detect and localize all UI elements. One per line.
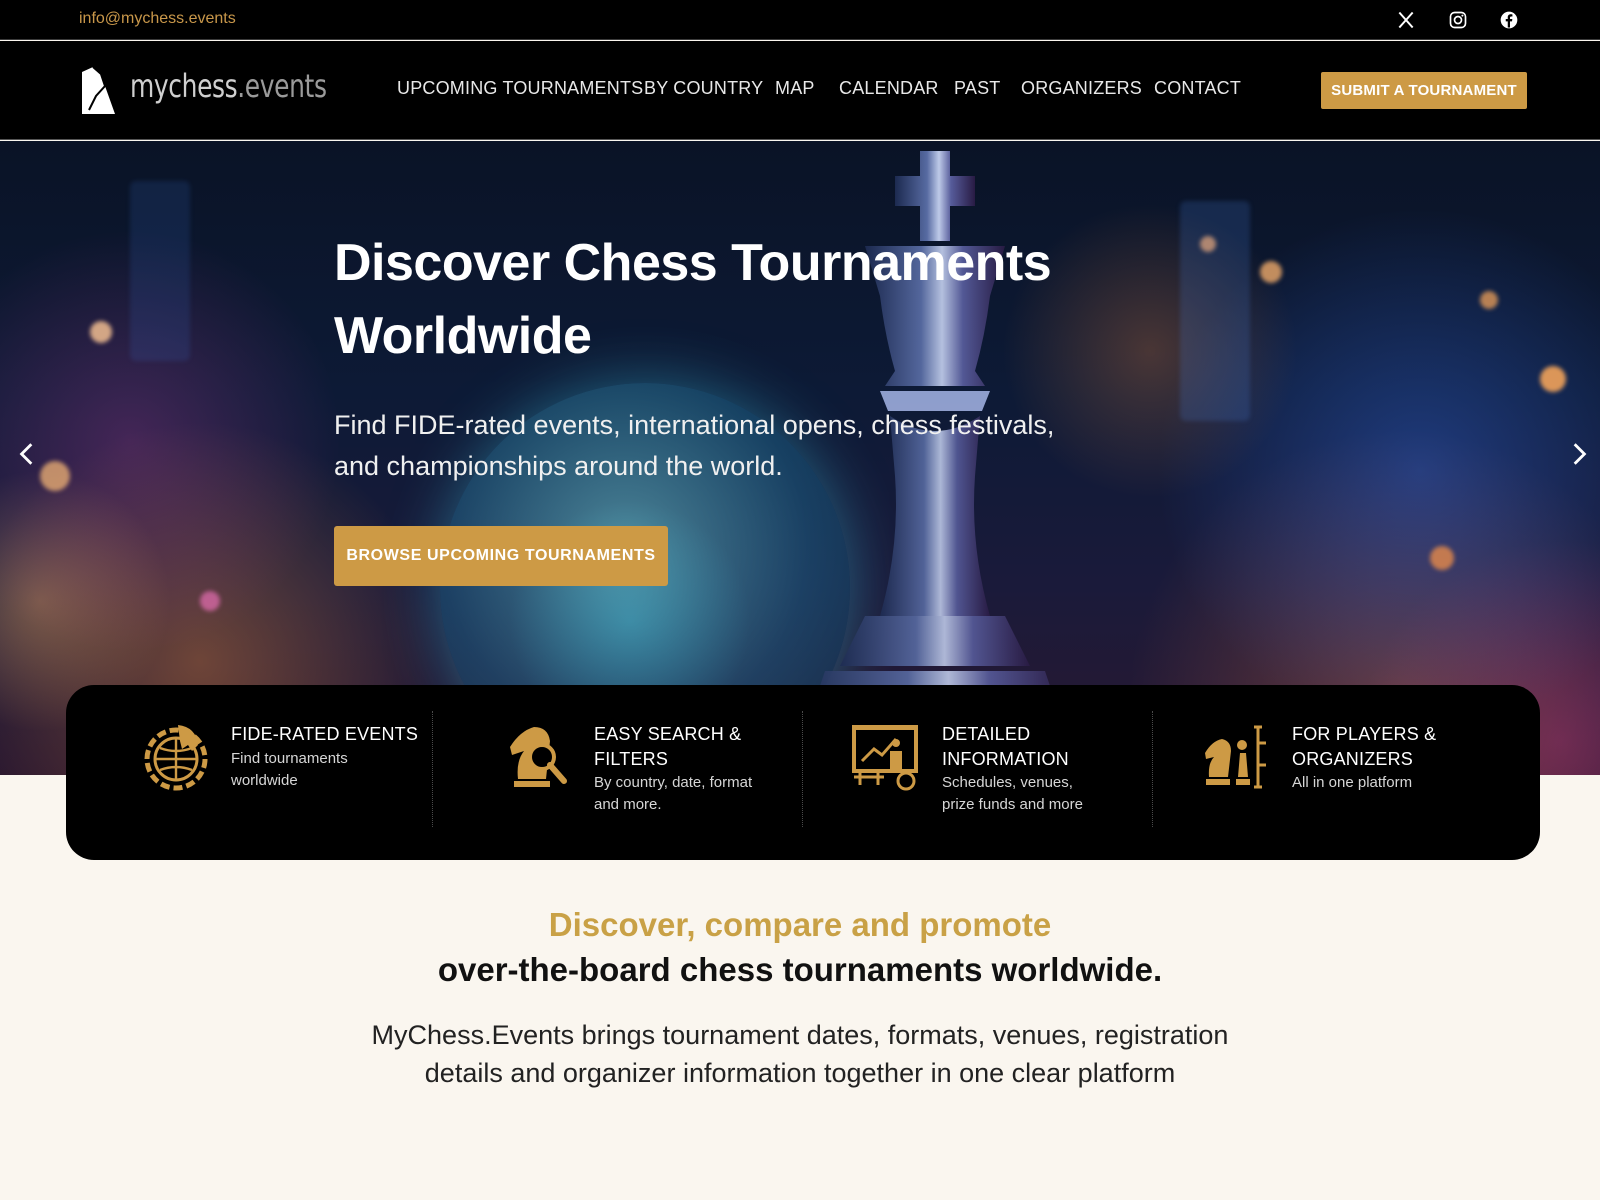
instagram-icon[interactable] xyxy=(1448,10,1468,30)
knight-search-icon xyxy=(510,727,567,787)
feature-title: DETAILED INFORMATION xyxy=(942,724,1069,769)
nav-item-organizers[interactable]: ORGANIZERS xyxy=(1021,78,1142,99)
section-heading: over-the-board chess tournaments worldwi… xyxy=(437,951,1163,988)
feature-players-organizers: FOR PLAYERS & ORGANIZERS All in one plat… xyxy=(1156,685,1540,860)
feature-divider xyxy=(432,711,433,827)
feature-easy-search: EASY SEARCH & FILTERS By country, date, … xyxy=(436,685,804,860)
hero-bokeh-light xyxy=(1540,366,1566,392)
feature-divider xyxy=(802,711,803,827)
contact-email-link[interactable]: info@mychess.events xyxy=(79,10,236,28)
feature-bar: FIDE-RATED EVENTS Find tournaments world… xyxy=(66,685,1540,860)
logo-name: mychess xyxy=(130,67,238,105)
presentation-chart-icon xyxy=(852,725,918,791)
hero-title: Discover Chess Tournaments Worldwide xyxy=(334,234,1052,365)
nav-item-contact[interactable]: CONTACT xyxy=(1154,78,1241,99)
hero-building-glow xyxy=(1180,201,1250,421)
chess-pieces-network-icon xyxy=(1205,725,1266,789)
globe-knight-icon xyxy=(144,725,208,791)
hero-banner: Discover Chess Tournaments Worldwide Fin… xyxy=(0,141,1600,775)
feature-title: FOR PLAYERS & ORGANIZERS xyxy=(1292,724,1437,769)
facebook-icon[interactable] xyxy=(1499,10,1519,30)
feature-divider xyxy=(1152,711,1153,827)
hero-bokeh-light xyxy=(90,321,112,343)
nav-item-past[interactable]: PAST xyxy=(954,78,1000,99)
logo-tld: .events xyxy=(237,67,327,105)
logo-wordmark[interactable]: mychess.events xyxy=(130,67,327,105)
x-icon[interactable] xyxy=(1396,10,1416,30)
browse-tournaments-button[interactable]: BROWSE UPCOMING TOURNAMENTS xyxy=(334,526,668,586)
hero-bokeh-light xyxy=(1260,261,1282,283)
hero-bokeh-light xyxy=(200,591,220,611)
feature-description: Find tournaments worldwide xyxy=(231,750,348,789)
hero-bokeh-light xyxy=(1480,291,1498,309)
logo-mark-icon[interactable] xyxy=(79,66,117,116)
nav-item-map[interactable]: MAP xyxy=(775,78,815,99)
top-bar: info@mychess.events xyxy=(0,0,1600,40)
carousel-next-arrow-icon[interactable] xyxy=(1566,441,1592,467)
nav-item-upcoming-tournaments[interactable]: UPCOMING TOURNAMENTS xyxy=(397,78,643,99)
nav-item-calendar[interactable]: CALENDAR xyxy=(839,78,939,99)
feature-description: Schedules, venues, prize funds and more xyxy=(942,774,1083,813)
feature-description: All in one platform xyxy=(1292,774,1413,791)
submit-tournament-button[interactable]: SUBMIT A TOURNAMENT xyxy=(1321,72,1527,109)
hero-bokeh-light xyxy=(40,461,70,491)
feature-detailed-info: DETAILED INFORMATION Schedules, venues, … xyxy=(806,685,1156,860)
hero-bokeh-light xyxy=(1430,546,1454,570)
feature-title: FIDE-RATED EVENTS xyxy=(231,724,419,744)
section-tagline: Discover, compare and promote xyxy=(548,906,1052,943)
hero-subtitle: Find FIDE-rated events, international op… xyxy=(334,410,1055,481)
feature-fide-rated: FIDE-RATED EVENTS Find tournaments world… xyxy=(66,685,436,860)
nav-item-by-country[interactable]: BY COUNTRY xyxy=(644,78,763,99)
carousel-prev-arrow-icon[interactable] xyxy=(14,441,40,467)
feature-description: By country, date, format and more. xyxy=(594,774,753,813)
intro-paragraph: MyChess.Events brings tournament dates, … xyxy=(371,1020,1229,1088)
feature-title: EASY SEARCH & FILTERS xyxy=(594,724,742,769)
main-navigation: mychess.events UPCOMING TOURNAMENTS BY C… xyxy=(0,41,1600,140)
hero-building-glow xyxy=(130,181,190,361)
